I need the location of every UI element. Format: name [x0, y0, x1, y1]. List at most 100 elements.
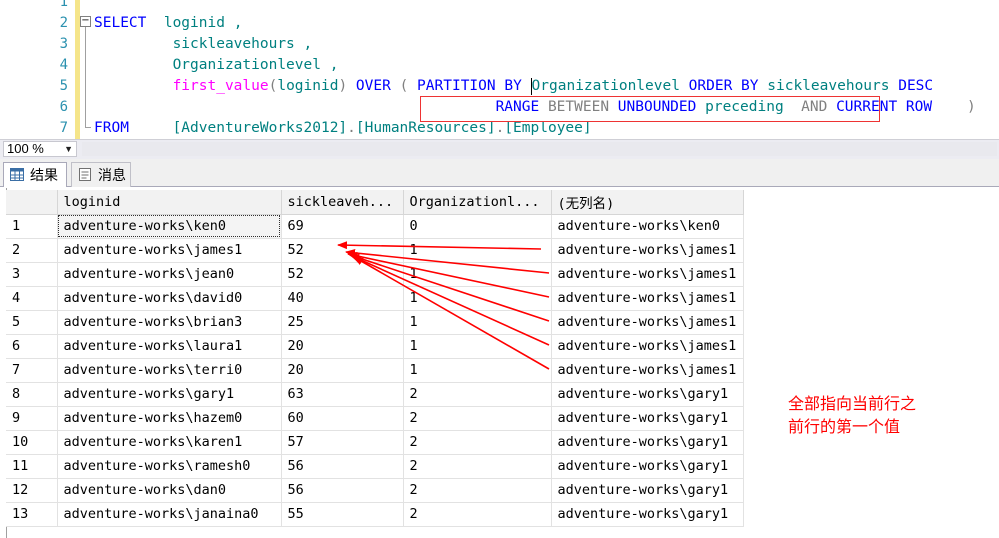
column-header-sickleavehours[interactable]: sickleaveh... [281, 190, 404, 215]
table-cell[interactable]: 69 [281, 214, 404, 239]
row-number[interactable]: 4 [6, 286, 58, 311]
table-cell[interactable]: adventure-works\karen1 [57, 430, 282, 455]
table-cell[interactable]: adventure-works\ken0 [57, 214, 282, 239]
table-cell[interactable]: adventure-works\dan0 [57, 478, 282, 503]
table-cell[interactable]: adventure-works\gary1 [551, 382, 744, 407]
table-cell[interactable]: 60 [281, 406, 404, 431]
table-cell[interactable]: 20 [281, 358, 404, 383]
horizontal-scrollbar[interactable] [82, 142, 997, 156]
chevron-down-icon[interactable]: ▼ [64, 142, 73, 156]
table-cell[interactable]: 2 [403, 502, 552, 527]
results-pane: loginid sickleaveh... Organizationl... (… [0, 187, 999, 538]
table-cell[interactable]: 2 [403, 454, 552, 479]
table-row[interactable]: 4 adventure-works\david0 40 1 adventure-work… [6, 286, 744, 311]
table-cell[interactable]: adventure-works\james1 [551, 334, 744, 359]
table-row[interactable]: 3 adventure-works\jean0 52 1 adventure-works… [6, 262, 744, 287]
table-cell[interactable]: 1 [403, 358, 552, 383]
table-cell[interactable]: 63 [281, 382, 404, 407]
table-cell[interactable]: adventure-works\jean0 [57, 262, 282, 287]
tab-messages[interactable]: 消息 [71, 162, 131, 187]
table-cell[interactable]: 2 [403, 478, 552, 503]
table-cell[interactable]: adventure-works\terri0 [57, 358, 282, 383]
table-row[interactable]: 2 adventure-works\james1 52 1 adventure-work… [6, 238, 744, 263]
table-cell[interactable]: adventure-works\gary1 [551, 454, 744, 479]
line-number: 6 [59, 99, 68, 115]
table-cell[interactable]: 2 [403, 430, 552, 455]
code-line[interactable]: first_value(loginid) OVER ( PARTITION BY… [94, 76, 933, 97]
code-line[interactable]: SELECT loginid , [94, 13, 242, 34]
table-cell[interactable]: adventure-works\gary1 [551, 478, 744, 503]
row-number[interactable]: 1 [6, 214, 58, 239]
table-cell[interactable]: adventure-works\gary1 [551, 502, 744, 527]
code-line[interactable]: Organizationlevel , [94, 55, 339, 76]
code-token: ) [338, 78, 348, 94]
table-cell[interactable]: 1 [403, 334, 552, 359]
row-number[interactable]: 5 [6, 310, 58, 335]
row-number[interactable]: 9 [6, 406, 58, 431]
table-cell[interactable]: adventure-works\laura1 [57, 334, 282, 359]
row-number[interactable]: 2 [6, 238, 58, 263]
table-row[interactable]: 7 adventure-works\terri0 20 1 adventure-work… [6, 358, 744, 383]
row-number[interactable]: 6 [6, 334, 58, 359]
table-cell[interactable]: 1 [403, 262, 552, 287]
table-cell[interactable]: adventure-works\gary1 [551, 406, 744, 431]
table-cell[interactable]: adventure-works\david0 [57, 286, 282, 311]
table-cell[interactable]: 40 [281, 286, 404, 311]
code-line[interactable]: sickleavehours , [94, 34, 313, 55]
table-row[interactable]: 10 adventure-works\karen1 57 2 adventure-wor… [6, 430, 744, 455]
table-cell[interactable]: 1 [403, 286, 552, 311]
table-row[interactable]: 9 adventure-works\hazem0 60 2 adventure-work… [6, 406, 744, 431]
table-cell[interactable]: 1 [403, 310, 552, 335]
row-number[interactable]: 13 [6, 502, 58, 527]
row-number[interactable]: 12 [6, 478, 58, 503]
column-header-organizationlevel[interactable]: Organizationl... [403, 190, 552, 215]
table-cell[interactable]: adventure-works\james1 [551, 286, 744, 311]
sql-editor[interactable]: 1 2 3 4 5 6 7 − SELECT loginid , sickleavehour… [0, 0, 999, 139]
table-cell[interactable]: adventure-works\ken0 [551, 214, 744, 239]
results-grid[interactable]: loginid sickleaveh... Organizationl... (… [6, 190, 744, 527]
table-cell[interactable]: 55 [281, 502, 404, 527]
row-number[interactable]: 11 [6, 454, 58, 479]
row-number[interactable]: 7 [6, 358, 58, 383]
table-cell[interactable]: adventure-works\james1 [57, 238, 282, 263]
table-cell[interactable]: adventure-works\janaina0 [57, 502, 282, 527]
column-header-first-value[interactable]: (无列名) [551, 190, 744, 215]
table-cell[interactable]: adventure-works\james1 [551, 262, 744, 287]
table-cell[interactable]: 20 [281, 334, 404, 359]
code-token: ( [399, 78, 418, 94]
table-cell[interactable]: adventure-works\brian3 [57, 310, 282, 335]
table-cell[interactable]: 52 [281, 262, 404, 287]
line-number: 4 [59, 57, 68, 73]
tab-results[interactable]: 结果 [3, 162, 67, 187]
table-cell[interactable]: 56 [281, 478, 404, 503]
table-row[interactable]: 8 adventure-works\gary1 63 2 adventure-works… [6, 382, 744, 407]
table-cell[interactable]: 2 [403, 406, 552, 431]
table-row[interactable]: 1 adventure-works\ken0 69 0 adventure-works\… [6, 214, 744, 239]
table-cell[interactable]: 25 [281, 310, 404, 335]
collapse-toggle-icon[interactable]: − [80, 16, 91, 27]
table-cell[interactable]: adventure-works\gary1 [57, 382, 282, 407]
table-cell[interactable]: 56 [281, 454, 404, 479]
table-cell[interactable]: 0 [403, 214, 552, 239]
table-row[interactable]: 11 adventure-works\ramesh0 56 2 adventure-wo… [6, 454, 744, 479]
zoom-select[interactable]: 100 % ▼ [3, 141, 77, 157]
table-cell[interactable]: adventure-works\gary1 [551, 430, 744, 455]
table-cell[interactable]: adventure-works\james1 [551, 238, 744, 263]
table-row[interactable]: 5 adventure-works\brian3 25 1 adventure-work… [6, 310, 744, 335]
table-row[interactable]: 12 adventure-works\dan0 56 2 adventure-works… [6, 478, 744, 503]
table-cell[interactable]: adventure-works\hazem0 [57, 406, 282, 431]
table-cell[interactable]: adventure-works\james1 [551, 310, 744, 335]
row-number-header[interactable] [6, 190, 58, 215]
row-number[interactable]: 10 [6, 430, 58, 455]
table-row[interactable]: 13 adventure-works\janaina0 55 2 adventure-w… [6, 502, 744, 527]
table-cell[interactable]: 2 [403, 382, 552, 407]
table-row[interactable]: 6 adventure-works\laura1 20 1 adventure-work… [6, 334, 744, 359]
row-number[interactable]: 8 [6, 382, 58, 407]
table-cell[interactable]: 57 [281, 430, 404, 455]
table-cell[interactable]: adventure-works\ramesh0 [57, 454, 282, 479]
table-cell[interactable]: 52 [281, 238, 404, 263]
table-cell[interactable]: 1 [403, 238, 552, 263]
row-number[interactable]: 3 [6, 262, 58, 287]
table-cell[interactable]: adventure-works\james1 [551, 358, 744, 383]
column-header-loginid[interactable]: loginid [57, 190, 282, 215]
